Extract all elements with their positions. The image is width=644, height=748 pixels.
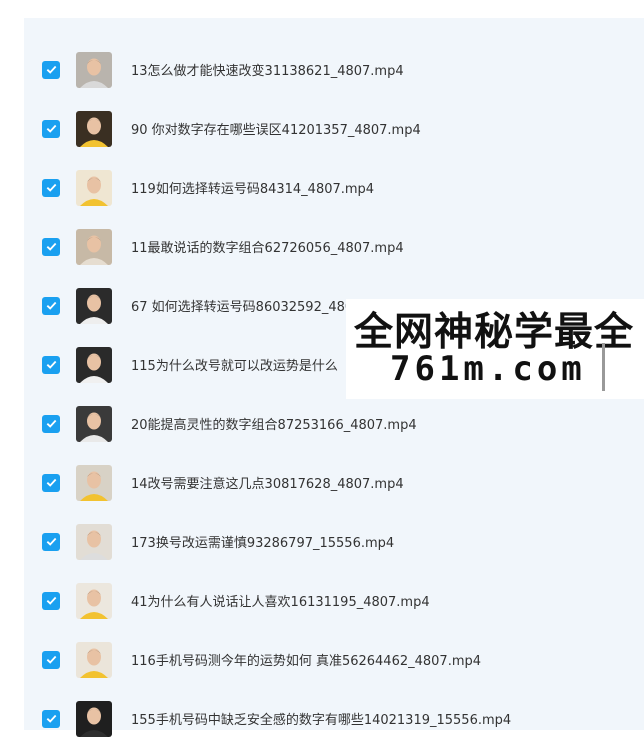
file-row[interactable]: 155手机号码中缺乏安全感的数字有哪些14021319_15556.mp4 — [24, 689, 644, 748]
file-checkbox[interactable] — [42, 532, 60, 551]
top-strip — [0, 0, 644, 18]
file-name[interactable]: 14改号需要注意这几点30817628_4807.mp4 — [131, 473, 404, 492]
checkmark-icon — [46, 65, 56, 74]
video-thumbnail — [76, 169, 112, 206]
video-thumbnail — [76, 700, 112, 737]
file-name[interactable]: 11最敢说话的数字组合62726056_4807.mp4 — [131, 237, 404, 256]
video-thumbnail — [76, 405, 112, 442]
file-checkbox[interactable] — [42, 178, 60, 197]
video-thumbnail — [76, 228, 112, 265]
checkmark-icon — [46, 478, 56, 487]
file-checkbox[interactable] — [42, 650, 60, 669]
file-row[interactable]: 20能提高灵性的数字组合87253166_4807.mp4 — [24, 394, 644, 453]
file-checkbox[interactable] — [42, 709, 60, 728]
checkmark-icon — [46, 301, 56, 310]
checkmark-icon — [46, 419, 56, 428]
file-checkbox[interactable] — [42, 237, 60, 256]
file-name[interactable]: 119如何选择转运号码84314_4807.mp4 — [131, 178, 374, 197]
checkmark-icon — [46, 242, 56, 251]
file-row[interactable]: 13怎么做才能快速改变31138621_4807.mp4 — [24, 40, 644, 99]
checkmark-icon — [46, 596, 56, 605]
file-checkbox[interactable] — [42, 414, 60, 433]
file-row[interactable]: 90 你对数字存在哪些误区41201357_4807.mp4 — [24, 99, 644, 158]
checkmark-icon — [46, 537, 56, 546]
file-name[interactable]: 116手机号码测今年的运势如何 真准56264462_4807.mp4 — [131, 650, 481, 669]
file-row[interactable]: 116手机号码测今年的运势如何 真准56264462_4807.mp4 — [24, 630, 644, 689]
file-row[interactable]: 14改号需要注意这几点30817628_4807.mp4 — [24, 453, 644, 512]
checkmark-icon — [46, 655, 56, 664]
video-thumbnail — [76, 523, 112, 560]
video-thumbnail — [76, 582, 112, 619]
video-thumbnail — [76, 287, 112, 324]
file-name[interactable]: 41为什么有人说话让人喜欢16131195_4807.mp4 — [131, 591, 430, 610]
file-row[interactable]: 41为什么有人说话让人喜欢16131195_4807.mp4 — [24, 571, 644, 630]
file-row[interactable]: 173换号改运需谨慎93286797_15556.mp4 — [24, 512, 644, 571]
video-thumbnail — [76, 464, 112, 501]
file-row[interactable]: 119如何选择转运号码84314_4807.mp4 — [24, 158, 644, 217]
video-thumbnail — [76, 641, 112, 678]
file-name[interactable]: 20能提高灵性的数字组合87253166_4807.mp4 — [131, 414, 417, 433]
checkmark-icon — [46, 360, 56, 369]
watermark-banner: 全网神秘学最全 761m.com — [346, 299, 644, 399]
watermark-line2: 761m.com — [390, 349, 586, 389]
file-checkbox[interactable] — [42, 60, 60, 79]
file-checkbox[interactable] — [42, 591, 60, 610]
file-checkbox[interactable] — [42, 296, 60, 315]
file-checkbox[interactable] — [42, 355, 60, 374]
checkmark-icon — [46, 714, 56, 723]
video-thumbnail — [76, 346, 112, 383]
video-thumbnail — [76, 51, 112, 88]
checkmark-icon — [46, 124, 56, 133]
file-checkbox[interactable] — [42, 119, 60, 138]
watermark-divider — [602, 343, 605, 391]
checkmark-icon — [46, 183, 56, 192]
video-thumbnail — [76, 110, 112, 147]
file-name[interactable]: 13怎么做才能快速改变31138621_4807.mp4 — [131, 60, 404, 79]
file-name[interactable]: 173换号改运需谨慎93286797_15556.mp4 — [131, 532, 394, 551]
file-name[interactable]: 155手机号码中缺乏安全感的数字有哪些14021319_15556.mp4 — [131, 709, 511, 728]
file-name[interactable]: 90 你对数字存在哪些误区41201357_4807.mp4 — [131, 119, 421, 138]
file-checkbox[interactable] — [42, 473, 60, 492]
file-name[interactable]: 115为什么改号就可以改运势是什么 — [131, 355, 338, 374]
file-row[interactable]: 11最敢说话的数字组合62726056_4807.mp4 — [24, 217, 644, 276]
